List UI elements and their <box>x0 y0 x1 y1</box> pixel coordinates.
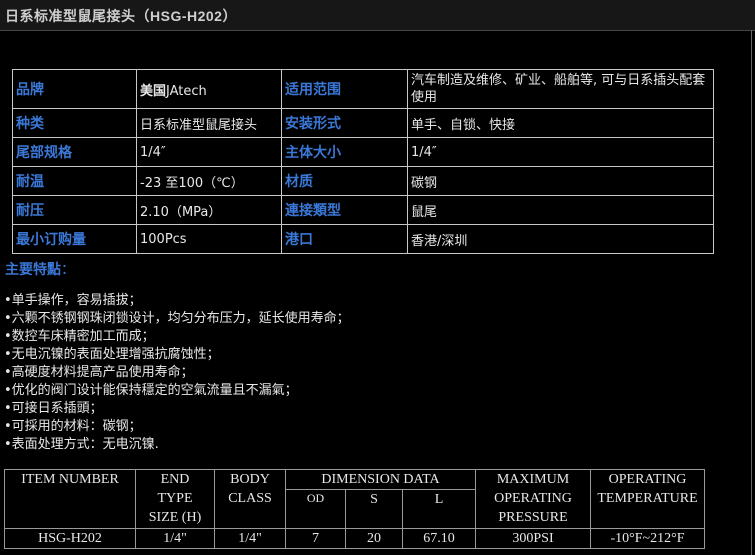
item-row: HSG-H202 1/4" 1/4" 7 20 67.10 300PSI -10… <box>4 528 706 549</box>
spec-value: 碳钢 <box>407 166 714 196</box>
header-l: L <box>401 489 477 529</box>
brand-country: 美国 <box>140 83 167 99</box>
spec-label: 連接類型 <box>281 195 408 225</box>
cell-body-class: 1/4" <box>214 528 286 549</box>
spec-value: 美国JAtech <box>136 69 282 109</box>
header-end-type-size: END TYPE SIZE (H) <box>135 469 215 529</box>
features-list: 单手操作，容易插拔； 六颗不锈钢钢珠闭锁设计，均匀分布压力，延长使用寿命； 数控… <box>4 292 350 454</box>
header-line: TEMPERATURE <box>597 491 698 506</box>
header-item-number: ITEM NUMBER <box>4 469 136 529</box>
cell-l: 67.10 <box>401 528 477 549</box>
spec-label: 主体大小 <box>281 137 408 167</box>
spec-label: 耐温 <box>12 166 137 196</box>
item-header-row: ITEM NUMBER END TYPE SIZE (H) BODY CLASS… <box>4 469 706 529</box>
spec-label: 最小订购量 <box>12 224 137 254</box>
spec-value: 100Pcs <box>136 224 282 254</box>
spec-label: 品牌 <box>12 69 137 109</box>
feature-item: 高硬度材料提高产品使用寿命； <box>4 364 350 382</box>
cell-max-pressure: 300PSI <box>475 528 592 549</box>
cell-s: 20 <box>345 528 403 549</box>
features-heading: 主要特點： <box>5 259 75 279</box>
item-table: ITEM NUMBER END TYPE SIZE (H) BODY CLASS… <box>4 469 706 549</box>
spec-row: 尾部规格 1/4″ 主体大小 1/4″ <box>12 137 714 167</box>
cell-od: 7 <box>285 528 346 549</box>
spec-value: 1/4″ <box>407 137 714 167</box>
feature-item: 数控车床精密加工而成； <box>4 328 350 346</box>
header-line: TYPE <box>157 491 193 506</box>
header-line: SIZE (H) <box>148 510 202 525</box>
cell-item-number: HSG-H202 <box>4 528 136 549</box>
features-title: 主要特點 <box>5 262 61 278</box>
spec-row: 耐压 2.10（MPa） 連接類型 鼠尾 <box>12 195 714 225</box>
header-line: OPERATING <box>608 472 687 487</box>
header-line: OPERATING <box>494 491 572 506</box>
spec-table: 品牌 美国JAtech 适用范围 汽车制造及维修、矿业、船舶等, 可与日系插头配… <box>12 69 714 254</box>
title-bar: 日系标准型鼠尾接头（HSG-H202） <box>0 0 755 31</box>
header-line: BODY <box>230 472 270 487</box>
spec-value: 日系标准型鼠尾接头 <box>136 108 282 138</box>
feature-item: 优化的阀门设计能保持穩定的空氣流量且不漏氣； <box>4 382 350 400</box>
cell-operating-temperature: -10°F~212°F <box>590 528 706 549</box>
header-line: END <box>160 472 190 487</box>
spec-label: 适用范围 <box>281 69 408 109</box>
feature-item: 可接日系插頭； <box>4 400 350 418</box>
spec-label: 种类 <box>12 108 137 138</box>
feature-item: 六颗不锈钢钢珠闭锁设计，均匀分布压力，延长使用寿命； <box>4 310 350 328</box>
feature-item: 单手操作，容易插拔； <box>4 292 350 310</box>
feature-item: 表面处理方式：无电沉镍. <box>4 436 350 454</box>
cell-end-type-size: 1/4" <box>135 528 215 549</box>
spec-row: 最小订购量 100Pcs 港口 香港/深圳 <box>12 224 714 254</box>
spec-label: 安装形式 <box>281 108 408 138</box>
page-title: 日系标准型鼠尾接头（HSG-H202） <box>5 8 237 24</box>
header-od: OD <box>285 489 346 529</box>
spec-label: 港口 <box>281 224 408 254</box>
divider <box>751 30 752 555</box>
spec-value: 汽车制造及维修、矿业、船舶等, 可与日系插头配套使用 <box>407 69 714 109</box>
header-dimension-data: DIMENSION DATA <box>284 469 477 490</box>
header-max-pressure: MAXIMUM OPERATING PRESSURE <box>475 469 592 529</box>
feature-item: 无电沉镍的表面处理增强抗腐蚀性； <box>4 346 350 364</box>
spec-row: 品牌 美国JAtech 适用范围 汽车制造及维修、矿业、船舶等, 可与日系插头配… <box>12 69 714 109</box>
spec-value: 2.10（MPa） <box>136 195 282 225</box>
features-colon: ： <box>61 262 75 278</box>
spec-label: 耐压 <box>12 195 137 225</box>
header-line: MAXIMUM <box>496 472 570 487</box>
header-body-class: BODY CLASS <box>214 469 286 529</box>
header-line: PRESSURE <box>498 510 568 525</box>
spec-row: 耐温 -23 至100（℃） 材质 碳钢 <box>12 166 714 196</box>
spec-value: 1/4″ <box>136 137 282 167</box>
feature-item: 可採用的材料：碳钢； <box>4 418 350 436</box>
header-operating-temperature: OPERATING TEMPERATURE <box>590 469 706 529</box>
spec-value: 鼠尾 <box>407 195 714 225</box>
spec-value: 单手、自锁、快接 <box>407 108 714 138</box>
spec-row: 种类 日系标准型鼠尾接头 安装形式 单手、自锁、快接 <box>12 108 714 138</box>
header-line: CLASS <box>228 491 272 506</box>
spec-label: 尾部规格 <box>12 137 137 167</box>
brand-name: JAtech <box>166 83 207 99</box>
spec-label: 材质 <box>281 166 408 196</box>
header-s: S <box>345 489 403 529</box>
spec-value: 香港/深圳 <box>407 224 714 254</box>
spec-value: -23 至100（℃） <box>136 166 282 196</box>
